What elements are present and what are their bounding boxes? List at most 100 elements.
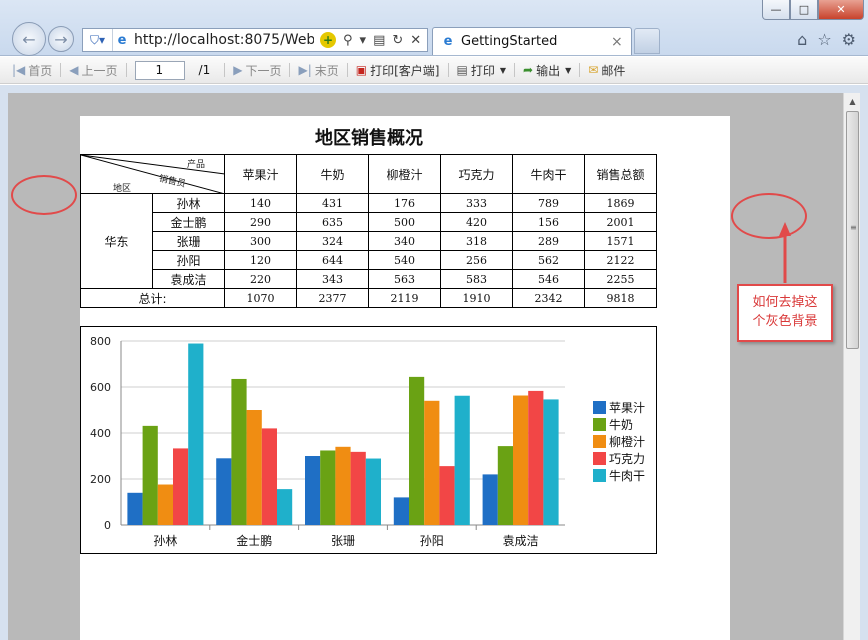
close-tab-icon[interactable]: ×: [611, 34, 631, 50]
bar: [393, 497, 409, 525]
page-number-input[interactable]: 1: [134, 60, 185, 80]
export-icon: ➦: [523, 63, 534, 77]
last-page-icon: ▶|: [298, 63, 312, 77]
corner-region-label: 地区: [113, 184, 132, 194]
y-tick-label: 600: [90, 381, 111, 394]
email-button[interactable]: ✉ 邮件: [584, 62, 629, 79]
annotation-ellipse-left: [11, 175, 77, 215]
col-header: 柳橙汁: [368, 154, 441, 194]
bar: [454, 395, 470, 525]
value-cell: 256: [440, 250, 513, 270]
ie-logo-icon: e: [443, 34, 453, 49]
maximize-button[interactable]: □: [790, 0, 818, 20]
x-tick-label: 金士鹏: [236, 533, 272, 548]
table-row: 袁成洁 220 343 563 583 546 2255: [81, 269, 657, 289]
value-cell: 420: [440, 212, 513, 232]
minimize-button[interactable]: —: [762, 0, 790, 20]
scroll-thumb[interactable]: ≡: [846, 111, 859, 349]
refresh-icon[interactable]: ↻: [392, 33, 403, 48]
first-page-button[interactable]: |◀ 首页: [8, 62, 56, 79]
bar: [173, 448, 189, 525]
y-tick-label: 400: [90, 427, 111, 440]
report-title: 地区销售概况: [315, 128, 423, 149]
table-row: 金士鹏 290 635 500 420 156 2001: [81, 212, 657, 232]
envelope-icon: ✉: [588, 63, 599, 77]
bar: [497, 446, 513, 525]
legend-label: 牛奶: [609, 417, 633, 432]
bar: [246, 410, 262, 525]
printer-icon: ▤: [456, 63, 468, 77]
chevron-down-icon: ▼: [499, 65, 507, 75]
new-tab-button[interactable]: [634, 28, 660, 54]
value-cell: 140: [224, 193, 297, 213]
forward-button[interactable]: →: [48, 26, 74, 52]
bar: [188, 343, 204, 525]
url-text[interactable]: http://localhost:8075/WebRepo: [134, 32, 314, 48]
print-client-button[interactable]: ▣ 打印[客户端]: [352, 62, 444, 79]
table-row: 华东 孙林 140 431 176 333 789 1869: [80, 193, 657, 289]
annotation-line2: 个灰色背景: [752, 314, 818, 329]
window-controls: — □ ✕: [762, 0, 864, 20]
corner-product-label: 产品: [187, 160, 206, 170]
grip-icon: ≡: [850, 223, 857, 232]
report-toolbar: |◀ 首页 ◀ 上一页 1 /1 ▶ 下一页 ▶| 末页 ▣ 打印[客户端] ▤ 打印 ▼ ➦…: [0, 57, 868, 84]
home-icon[interactable]: ⌂: [797, 30, 807, 49]
total-cell: 2342: [512, 288, 585, 308]
back-button[interactable]: ←: [12, 22, 46, 56]
value-cell: 583: [440, 269, 513, 289]
salesperson-cell: 金士鹏: [152, 212, 225, 232]
legend-swatch: [593, 469, 606, 482]
salesperson-cell: 孙林: [152, 193, 225, 213]
bar: [142, 425, 158, 525]
compat-go-icon[interactable]: +: [320, 32, 336, 48]
ie-logo-icon: e: [117, 32, 127, 48]
prev-page-button[interactable]: ◀ 上一页: [65, 62, 121, 79]
legend-label: 柳橙汁: [609, 434, 645, 449]
y-tick-label: 0: [104, 519, 111, 532]
value-cell: 333: [440, 193, 513, 213]
value-cell: 120: [224, 250, 297, 270]
close-window-button[interactable]: ✕: [818, 0, 864, 20]
salesperson-cell: 张珊: [152, 231, 225, 251]
bar: [350, 451, 366, 525]
export-button[interactable]: ➦ 输出 ▼: [519, 62, 575, 79]
legend-label: 巧克力: [609, 452, 645, 466]
total-cell: 1070: [224, 288, 297, 308]
salesperson-cell: 袁成洁: [152, 269, 225, 289]
prev-page-icon: ◀: [69, 63, 79, 77]
compat-view-icon[interactable]: ▤: [373, 33, 385, 48]
browser-tab[interactable]: e GettingStarted ×: [432, 27, 632, 55]
bar: [543, 399, 559, 525]
shield-icon[interactable]: ⛉▾: [83, 29, 113, 51]
value-cell: 289: [512, 231, 585, 251]
address-bar[interactable]: ⛉▾ e http://localhost:8075/WebRepo + ⚲ ▾…: [82, 28, 428, 52]
bar-chart-svg: 0 200 400 600 800 孙林 金士鹏 张珊 孙阳 袁成洁 苹果汁牛奶柳橙汁巧克力牛肉干: [90, 335, 645, 548]
legend-swatch: [593, 452, 606, 465]
legend-swatch: [593, 418, 606, 431]
value-cell: 500: [368, 212, 441, 232]
value-cell: 562: [512, 250, 585, 270]
corner-header-cell: 产品 销售员 地区: [80, 154, 225, 194]
value-cell: 220: [224, 269, 297, 289]
dropdown-icon[interactable]: ▾: [360, 33, 367, 48]
next-page-button[interactable]: ▶ 下一页: [229, 62, 285, 79]
bar: [216, 458, 232, 525]
gear-icon[interactable]: ⚙: [842, 30, 856, 49]
search-icon[interactable]: ⚲: [343, 33, 353, 48]
print-button[interactable]: ▤ 打印 ▼: [453, 62, 511, 79]
report-viewport[interactable]: 地区销售概况 产品 销售员 地区 苹果汁 牛奶 柳橙汁 巧克力 牛肉干 销售总额…: [8, 93, 843, 640]
bar: [513, 395, 529, 525]
chevron-down-icon: ▼: [565, 65, 572, 75]
value-cell: 2122: [584, 250, 657, 270]
last-page-button[interactable]: ▶| 末页: [294, 62, 342, 79]
table-row: 张珊 300 324 340 318 289 1571: [81, 231, 657, 251]
value-cell: 431: [296, 193, 369, 213]
value-cell: 324: [296, 231, 369, 251]
first-page-icon: |◀: [12, 63, 26, 77]
value-cell: 343: [296, 269, 369, 289]
stop-icon[interactable]: ✕: [410, 33, 421, 48]
sales-table: 产品 销售员 地区 苹果汁 牛奶 柳橙汁 巧克力 牛肉干 销售总额 华东 孙林 …: [80, 154, 657, 308]
scroll-up-icon[interactable]: ▲: [844, 93, 861, 110]
vertical-scrollbar[interactable]: ▲ ≡: [843, 93, 860, 640]
star-icon[interactable]: ☆: [817, 30, 831, 49]
